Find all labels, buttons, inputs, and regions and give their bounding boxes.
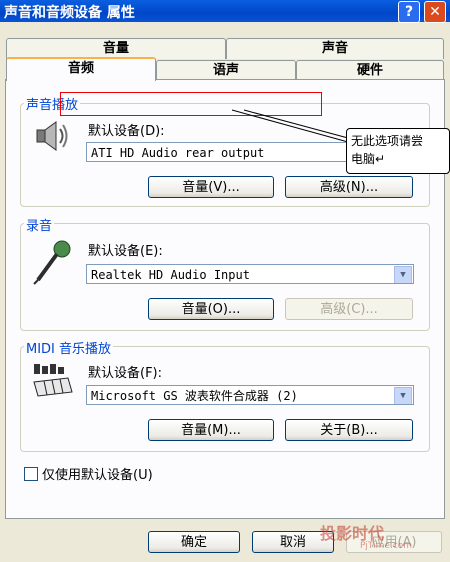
recording-advanced-button[interactable]: 高级(C)... <box>285 298 413 320</box>
annotation-text-line2: 电脑↵ <box>351 152 386 166</box>
speaker-icon <box>36 121 68 151</box>
close-button[interactable]: ✕ <box>424 1 446 23</box>
chevron-down-icon[interactable]: ▼ <box>394 387 412 404</box>
tab-sounds[interactable]: 声音 <box>226 38 444 59</box>
recording-device-value: Realtek HD Audio Input <box>91 268 250 282</box>
annotation-callout: 无此选项请尝 电脑↵ <box>346 128 450 174</box>
help-button[interactable]: ? <box>398 1 420 23</box>
playback-advanced-button[interactable]: 高级(N)... <box>285 176 413 198</box>
tab-audio[interactable]: 音频 <box>6 57 156 81</box>
tab-volume[interactable]: 音量 <box>6 38 226 59</box>
tab-hardware[interactable]: 硬件 <box>296 60 444 81</box>
chevron-down-icon[interactable]: ▼ <box>394 266 412 283</box>
midi-keyboard-icon <box>33 364 73 397</box>
title-bar: 声音和音频设备 属性 ? ✕ <box>0 0 450 23</box>
midi-device-select[interactable]: Microsoft GS 波表软件合成器 (2) ▼ <box>86 385 414 405</box>
recording-group-title: 录音 <box>24 215 55 234</box>
ok-button[interactable]: 确定 <box>148 531 240 553</box>
annotation-pointer <box>231 109 349 143</box>
recording-default-label: 默认设备(E): <box>88 244 163 259</box>
recording-device-select[interactable]: Realtek HD Audio Input ▼ <box>86 264 414 284</box>
annotation-text-line1: 无此选项请尝 <box>351 134 424 148</box>
midi-device-value: Microsoft GS 波表软件合成器 (2) <box>91 389 298 403</box>
window-title: 声音和音频设备 属性 <box>4 5 135 21</box>
playback-device-value: ATI HD Audio rear output <box>91 146 265 160</box>
recording-volume-button[interactable]: 音量(O)... <box>148 298 274 320</box>
tab-voice[interactable]: 语声 <box>156 60 296 81</box>
only-default-label[interactable]: 仅使用默认设备(U) <box>42 464 153 483</box>
microphone-icon <box>33 240 71 285</box>
watermark-url: PjTime.com <box>360 541 413 551</box>
midi-group-title: MIDI 音乐播放 <box>24 338 114 357</box>
only-default-checkbox[interactable] <box>24 467 38 481</box>
midi-volume-button[interactable]: 音量(M)... <box>148 419 274 441</box>
playback-default-label: 默认设备(D): <box>88 124 165 139</box>
midi-default-label: 默认设备(F): <box>88 366 163 381</box>
playback-volume-button[interactable]: 音量(V)... <box>148 176 274 198</box>
midi-about-button[interactable]: 关于(B)... <box>285 419 413 441</box>
